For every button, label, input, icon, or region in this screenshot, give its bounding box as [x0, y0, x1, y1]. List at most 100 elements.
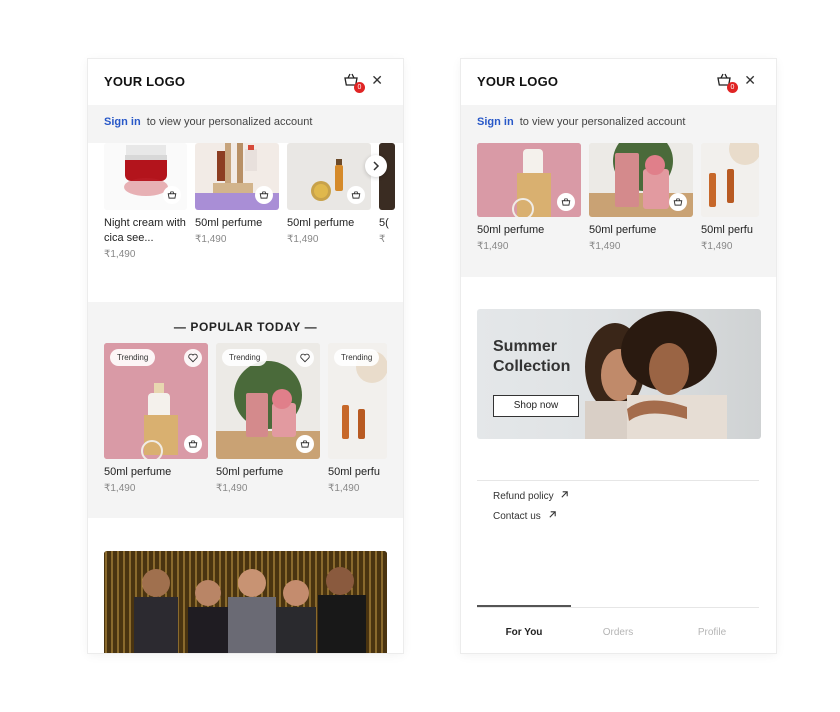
basket-icon: [300, 440, 310, 448]
logo[interactable]: YOUR LOGO: [477, 74, 558, 89]
cart-count-badge: 0: [727, 82, 738, 93]
product-image: [287, 143, 371, 210]
shop-now-button[interactable]: Shop now: [493, 395, 579, 417]
product-card[interactable]: 50ml perfume ₹1,490: [589, 143, 693, 252]
product-price: ₹1,490: [195, 234, 227, 245]
product-image: [477, 143, 581, 217]
link-label: Refund policy: [493, 491, 554, 502]
product-name: 50ml perfume: [589, 224, 657, 236]
basket-icon: [351, 191, 361, 199]
product-card[interactable]: Trending 50ml perfume ₹1,490: [104, 343, 208, 494]
phone-screen-left: YOUR LOGO 0 ✕ Sign in to view your perso…: [88, 59, 403, 653]
phone-screen-right: YOUR LOGO 0 ✕ Sign in to view your perso…: [461, 59, 776, 653]
product-name: 5(: [379, 217, 389, 229]
product-image: [701, 143, 759, 217]
product-card[interactable]: Trending 50ml perfu ₹1,490: [328, 343, 387, 494]
wishlist-button[interactable]: [184, 349, 202, 367]
product-name: 50ml perfume: [477, 224, 545, 236]
external-link-icon: [549, 511, 556, 518]
product-price: ₹1,490: [287, 234, 319, 245]
signin-bar: Sign in to view your personalized accoun…: [461, 105, 776, 143]
tab-profile[interactable]: Profile: [665, 627, 759, 638]
basket-icon: [673, 198, 683, 206]
product-name: 50ml perfume: [195, 217, 263, 229]
chevron-right-icon: [373, 161, 380, 171]
product-name: 50ml perfume: [287, 217, 355, 229]
basket-icon: [259, 191, 269, 199]
close-icon[interactable]: ✕: [371, 73, 383, 87]
trending-badge: Trending: [334, 349, 380, 366]
product-image: Trending: [216, 343, 320, 459]
signin-link[interactable]: Sign in: [477, 116, 514, 128]
product-price: ₹1,490: [477, 241, 509, 252]
close-icon[interactable]: ✕: [744, 73, 756, 87]
product-name: 50ml perfume: [216, 466, 284, 478]
contact-us-link[interactable]: Contact us: [493, 510, 557, 522]
wishlist-button[interactable]: [296, 349, 314, 367]
banner-title: Summer Collection: [493, 338, 571, 375]
popular-carousel: Trending 50ml perfume ₹1,490 Trending 50…: [104, 343, 387, 494]
tab-orders[interactable]: Orders: [571, 627, 665, 638]
add-to-cart-button[interactable]: [184, 435, 202, 453]
signin-text: to view your personalized account: [146, 116, 313, 128]
add-to-cart-button[interactable]: [347, 186, 365, 204]
product-price: ₹1,490: [589, 241, 621, 252]
product-image: Trending: [104, 343, 208, 459]
product-price: ₹: [379, 234, 386, 245]
product-card[interactable]: 50ml perfume ₹1,490: [477, 143, 581, 252]
add-to-cart-button[interactable]: [255, 186, 273, 204]
divider: [477, 480, 759, 481]
product-image: [104, 143, 187, 210]
heart-icon: [300, 353, 310, 363]
product-name: 50ml perfu: [701, 224, 753, 236]
product-price: ₹1,490: [216, 483, 248, 494]
add-to-cart-button[interactable]: [163, 186, 181, 204]
logo[interactable]: YOUR LOGO: [104, 74, 185, 89]
product-image: [195, 143, 279, 210]
bottom-navigation: For You Orders Profile: [477, 605, 759, 653]
add-to-cart-button[interactable]: [669, 193, 687, 211]
active-tab-indicator: [477, 605, 571, 607]
product-name: 50ml perfu: [328, 466, 380, 478]
product-card[interactable]: 50ml perfu ₹1,490: [701, 143, 759, 252]
popular-today-section: — POPULAR TODAY — Trending 50ml perfume: [88, 302, 403, 518]
product-price: ₹1,490: [701, 241, 733, 252]
signin-text: to view your personalized account: [519, 116, 686, 128]
product-image: Trending: [328, 343, 387, 459]
cart-button[interactable]: 0: [343, 72, 365, 93]
product-name: 50ml perfume: [104, 466, 172, 478]
add-to-cart-button[interactable]: [557, 193, 575, 211]
signin-link[interactable]: Sign in: [104, 116, 141, 128]
external-link-icon: [561, 491, 569, 498]
trending-badge: Trending: [110, 349, 156, 366]
link-label: Contact us: [493, 511, 541, 522]
cart-button[interactable]: 0: [716, 72, 738, 93]
product-image: [589, 143, 693, 217]
product-card[interactable]: Night cream with cica see... ₹1,490: [104, 143, 187, 260]
basket-icon: [188, 440, 198, 448]
summer-collection-banner[interactable]: Summer Collection Shop now: [477, 309, 761, 439]
product-price: ₹1,490: [104, 483, 136, 494]
carousel-next-button[interactable]: [365, 155, 387, 177]
section-title: — POPULAR TODAY —: [173, 320, 318, 334]
product-price: ₹1,490: [104, 249, 136, 260]
product-card[interactable]: 50ml perfume ₹1,490: [287, 143, 371, 260]
trending-badge: Trending: [222, 349, 268, 366]
product-section: 50ml perfume ₹1,490 50ml perfume ₹1,490 …: [461, 143, 776, 277]
banner-image: [104, 551, 387, 653]
nav-divider: [477, 607, 759, 608]
signin-bar: Sign in to view your personalized accoun…: [88, 105, 403, 143]
promo-banner[interactable]: [104, 551, 387, 653]
product-carousel: 50ml perfume ₹1,490 50ml perfume ₹1,490 …: [477, 143, 759, 252]
add-to-cart-button[interactable]: [296, 435, 314, 453]
cart-count-badge: 0: [354, 82, 365, 93]
product-card[interactable]: 50ml perfume ₹1,490: [195, 143, 279, 260]
product-price: ₹1,490: [328, 483, 360, 494]
app-header: YOUR LOGO 0 ✕: [88, 59, 403, 105]
basket-icon: [561, 198, 571, 206]
product-image: [379, 143, 395, 210]
product-card[interactable]: Trending 50ml perfume ₹1,490: [216, 343, 320, 494]
refund-policy-link[interactable]: Refund policy: [493, 490, 569, 502]
product-name: Night cream with cica see...: [104, 217, 186, 244]
tab-for-you[interactable]: For You: [477, 627, 571, 638]
